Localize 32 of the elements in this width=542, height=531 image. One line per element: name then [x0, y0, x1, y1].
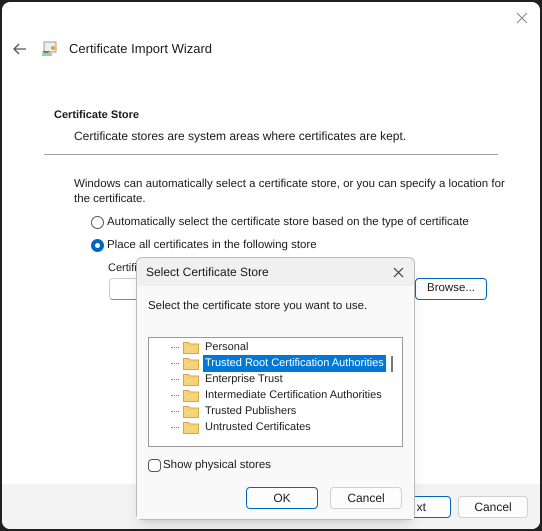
- folder-icon: [183, 420, 199, 434]
- store-item[interactable]: Trusted Root Certification Authorities: [203, 355, 386, 372]
- section-heading: Certificate Store: [54, 108, 140, 122]
- store-item[interactable]: Enterprise Trust: [203, 371, 285, 388]
- footer-button[interactable]: Cancel: [458, 496, 528, 518]
- folder-icon: [183, 372, 199, 386]
- folder-icon: [183, 404, 199, 418]
- dialog-title: Select Certificate Store: [146, 264, 269, 281]
- store-item[interactable]: Trusted Publishers: [203, 403, 298, 420]
- certificate-icon: [41, 40, 57, 57]
- dialog-button[interactable]: OK: [246, 486, 318, 508]
- window-title: Certificate Import Wizard: [69, 40, 212, 58]
- scrollbar-thumb[interactable]: [391, 356, 393, 372]
- store-item[interactable]: Personal: [203, 339, 250, 356]
- back-arrow-icon[interactable]: [13, 42, 27, 55]
- dialog-prompt: Select the certificate store you want to use.: [148, 299, 368, 314]
- show-physical-checkbox-row[interactable]: Show physical stores: [148, 457, 403, 474]
- section-subheading: Certificate stores are system areas where certificates are kept.: [73, 128, 408, 145]
- radio-option[interactable]: Place all certificates in the following store: [91, 238, 510, 253]
- dialog-button[interactable]: Cancel: [330, 486, 402, 508]
- radio-button[interactable]: [91, 239, 104, 252]
- folder-icon: [183, 356, 199, 370]
- radio-button[interactable]: [91, 216, 104, 229]
- folder-icon: [183, 388, 199, 402]
- intro-text: Windows can automatically select a certificate store, or you can specify a location for the certificate.: [74, 177, 506, 207]
- close-icon[interactable]: [393, 266, 404, 278]
- store-item[interactable]: Untrusted Certificates: [203, 419, 313, 436]
- store-item[interactable]: Intermediate Certification Authorities: [203, 387, 384, 404]
- store-label: Certifi: [108, 261, 137, 275]
- radio-option[interactable]: Automatically select the certificate store based on the type of certificate: [91, 215, 510, 230]
- folder-icon: [183, 340, 199, 354]
- checkbox[interactable]: [148, 459, 161, 472]
